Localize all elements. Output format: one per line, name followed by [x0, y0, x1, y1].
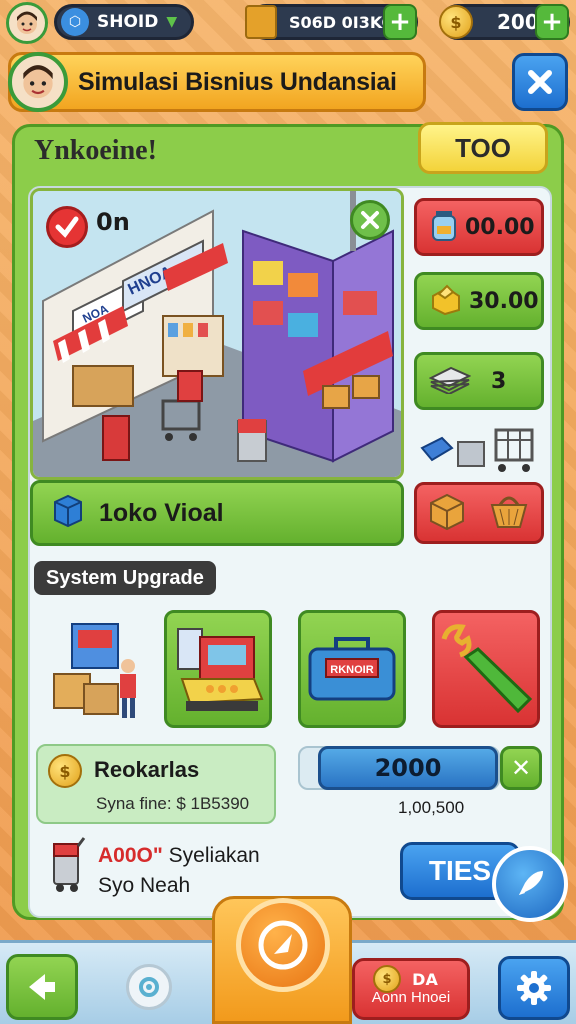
player-face-icon	[17, 11, 37, 34]
info-highlight: A00O"	[98, 844, 163, 867]
box-icon	[53, 494, 83, 532]
cashier-icon	[177, 628, 264, 711]
coin-count: 200	[497, 10, 539, 34]
stat-paper[interactable]: 3	[414, 352, 544, 410]
jar-icon	[429, 208, 459, 246]
shop-front-icon	[53, 623, 136, 718]
basket-icon	[486, 491, 532, 535]
upgrade-tile-shop[interactable]	[40, 610, 148, 728]
cost-subtitle: 1,00,500	[398, 798, 465, 817]
top-bar: ⬡ SHOID ▼ S06D 0I3KO + $ 200 +	[0, 0, 576, 46]
page-title: Simulasi Bisnius Undansiai	[78, 67, 397, 96]
panel-title: Ynkoeine!	[34, 135, 157, 166]
store-count: 0n	[96, 208, 130, 236]
add-stock-button[interactable]: +	[383, 4, 417, 40]
shop-button[interactable]: $ DA Aonn Hnoei	[352, 958, 470, 1020]
resources-subtitle: Syna fine: $ 1B5390	[96, 794, 250, 813]
add-coins-button[interactable]: +	[535, 4, 569, 40]
case-sign: RKNOIR	[330, 664, 373, 676]
gear-icon	[517, 971, 551, 1005]
info-line-1-text: Syeliakan	[168, 844, 260, 867]
owner-face-icon	[23, 65, 53, 99]
main-action-button[interactable]	[236, 898, 330, 992]
gem-icon: ⬡	[61, 8, 89, 36]
stat-gold[interactable]: 30.00	[414, 272, 544, 330]
briefcase-icon: RKNOIR	[308, 637, 396, 701]
stat-jar[interactable]: 00.00	[414, 198, 544, 256]
crate-icon	[245, 5, 277, 39]
owner-avatar	[8, 52, 68, 112]
system-upgrade-label: System Upgrade	[34, 561, 216, 595]
store-name-bar[interactable]: 1oko Vioal	[30, 480, 404, 546]
info-line-1: A00O" Syeliakan	[98, 844, 260, 868]
close-icon	[528, 70, 552, 94]
paper-stack-icon	[428, 364, 472, 398]
upgrade-tile-tool[interactable]	[432, 610, 540, 728]
player-avatar[interactable]	[6, 2, 48, 44]
back-button[interactable]	[6, 954, 78, 1020]
coin-icon: $	[439, 5, 473, 39]
stock-pill[interactable]: S06D 0I3KO +	[245, 4, 418, 40]
gold-bag-icon	[429, 282, 463, 320]
back-arrow-icon	[29, 974, 55, 1000]
gear-outline-icon	[139, 977, 159, 997]
stock-label: S06D 0I3KO	[289, 12, 396, 32]
settings-button[interactable]	[498, 956, 570, 1020]
check-icon	[46, 206, 88, 248]
panel-tab[interactable]: TOO	[418, 122, 548, 174]
store-name: 1oko Vioal	[99, 498, 224, 527]
wrench-icon[interactable]	[350, 200, 390, 240]
shop-coin-icon: $	[373, 965, 401, 993]
launch-button[interactable]	[492, 846, 568, 922]
stat-gold-value: 30.00	[469, 288, 539, 314]
coin-pill[interactable]: $ 200 +	[439, 4, 570, 40]
cancel-cost-button[interactable]: ✕	[500, 746, 542, 790]
rocket-icon	[519, 871, 543, 895]
close-button[interactable]	[512, 53, 568, 111]
stat-paper-value: 3	[491, 368, 507, 394]
cardboard-box-icon	[427, 491, 467, 535]
coin-stack-icon: $	[48, 754, 82, 788]
currency-pill[interactable]: ⬡ SHOID ▼	[54, 4, 194, 40]
resources-title: Reokarlas	[94, 757, 200, 782]
shopping-items-decoration	[418, 420, 544, 484]
shop-label-1: DA	[412, 970, 438, 989]
compass-icon	[258, 920, 308, 970]
tool-icon	[441, 624, 533, 714]
cost-value[interactable]: 2000	[318, 746, 498, 790]
info-line-2: Syo Neah	[98, 874, 191, 897]
chevron-down-icon: ▼	[166, 14, 178, 30]
upgrade-tile-cashier[interactable]	[164, 610, 272, 728]
stat-goods[interactable]	[414, 482, 544, 544]
hand-truck-icon	[48, 836, 88, 898]
store-illustration: NOA HNOA	[33, 191, 401, 477]
title-banner: Simulasi Bisnius Undansiai	[8, 52, 426, 112]
stat-jar-value: 00.00	[465, 214, 535, 240]
currency-label: SHOID	[97, 12, 159, 32]
upgrade-tile-case[interactable]: RKNOIR	[298, 610, 406, 728]
puzzle-button[interactable]	[126, 964, 172, 1010]
